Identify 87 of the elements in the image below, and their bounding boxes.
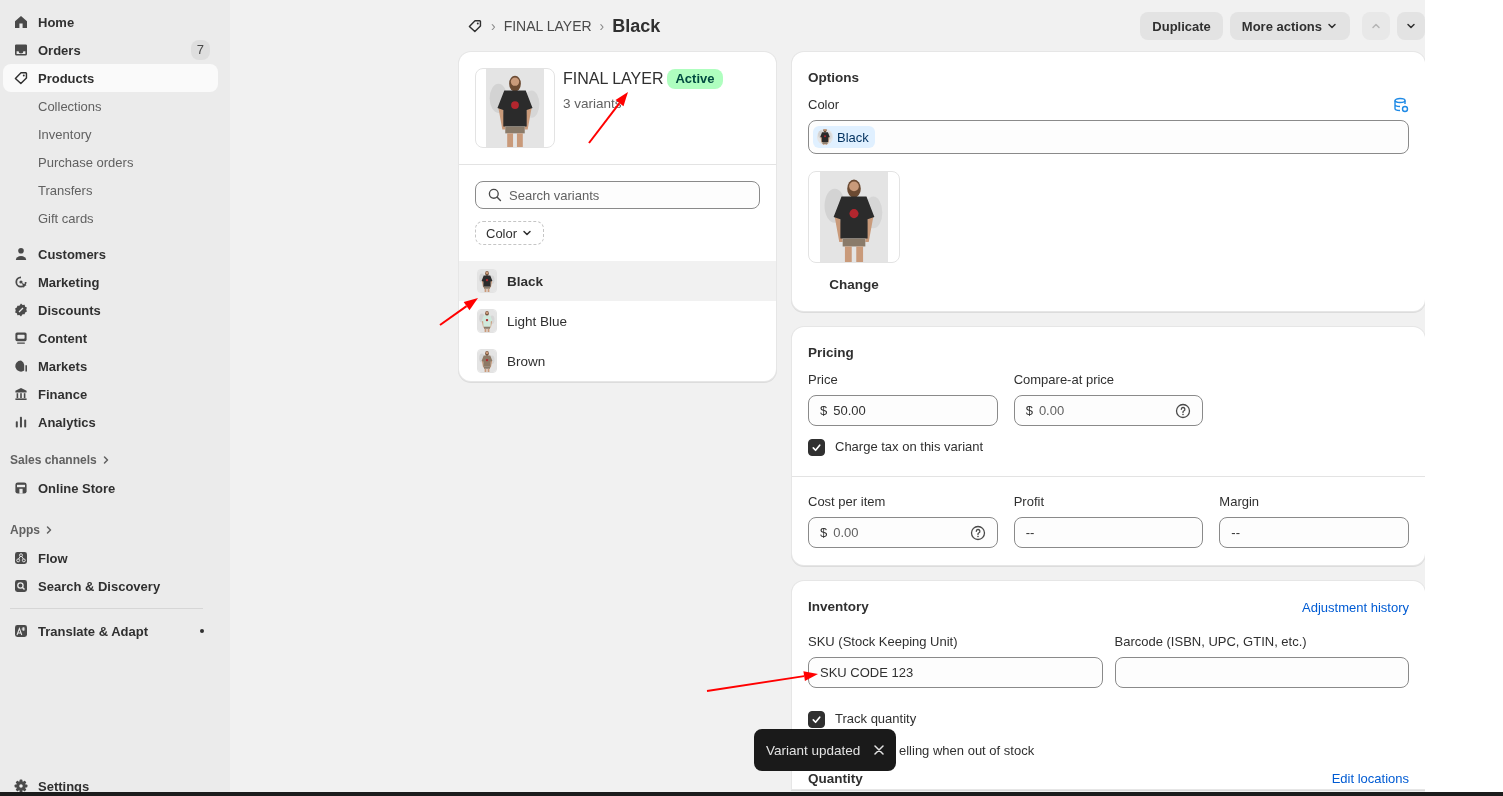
search-icon [487, 187, 503, 203]
nodes-icon [13, 550, 29, 566]
edit-locations-link[interactable]: Edit locations [1331, 770, 1409, 788]
input-field[interactable]: $ 50.00 [808, 395, 998, 426]
section-title: Quantity [808, 770, 863, 788]
close-icon[interactable] [874, 745, 885, 755]
nav-item[interactable]: Marketing [3, 268, 218, 296]
nav-item[interactable]: Customers [3, 240, 218, 268]
nav-item[interactable]: Transfers [3, 176, 218, 204]
nav-item[interactable]: Gift cards [3, 204, 218, 232]
input-field[interactable]: $ 0.00 [1013, 395, 1204, 426]
option-values-field[interactable]: Black [808, 120, 1409, 154]
variant-item[interactable]: Brown [459, 341, 776, 381]
card-title: Options [808, 69, 860, 87]
change-image-button[interactable]: Change [808, 277, 900, 293]
input-field[interactable]: SKU CODE 123 [808, 657, 1103, 688]
breadcrumb-separator: › [491, 18, 496, 34]
database-icon[interactable] [1393, 97, 1409, 113]
nav-item[interactable]: Translate & Adapt [3, 617, 218, 645]
nav-item[interactable]: Orders 7 [3, 36, 218, 64]
field-label: Color [808, 96, 840, 114]
tag-icon [13, 70, 29, 86]
adjustment-history-link[interactable]: Adjustment history [1302, 599, 1409, 615]
search-field[interactable]: Search variants [475, 181, 760, 209]
checkbox-label: Charge tax on this variant [835, 438, 984, 456]
checkbox-label: elling when out of stock [899, 743, 1035, 758]
nav-item[interactable]: Finance [3, 380, 218, 408]
target-icon [13, 274, 29, 290]
breadcrumb-link[interactable]: FINAL LAYER [503, 18, 592, 34]
nav-item[interactable]: Search & Discovery [3, 572, 218, 600]
nav-item[interactable]: Collections [3, 92, 218, 120]
nav-item[interactable]: Analytics [3, 408, 218, 436]
page-title: Black [612, 15, 661, 37]
section-heading[interactable]: Sales channels [3, 448, 112, 472]
count-badge: 7 [190, 40, 210, 60]
input-field[interactable]: -- [1013, 517, 1204, 548]
card-title: Pricing [808, 344, 855, 362]
nav-item[interactable]: Discounts [3, 296, 218, 324]
bar-chart-icon [13, 414, 29, 430]
storefront-icon [13, 480, 29, 496]
bank-icon [13, 386, 29, 402]
variant-item[interactable]: Black [459, 261, 776, 301]
checkbox[interactable] [808, 438, 825, 456]
field-label: Profit [1013, 493, 1045, 511]
home-icon [13, 14, 29, 30]
breadcrumb-separator: › [599, 18, 605, 34]
checkbox[interactable] [808, 710, 825, 728]
discount-icon [13, 302, 29, 318]
more-actions-button[interactable]: More actions [1229, 12, 1350, 40]
nav-item[interactable]: Purchase orders [3, 148, 218, 176]
input-field[interactable]: -- [1219, 517, 1409, 548]
input-field[interactable]: $ 0.00 [808, 517, 998, 548]
annotation-arrow [439, 298, 478, 326]
help-icon[interactable] [1175, 402, 1192, 419]
duplicate-button[interactable]: Duplicate [1140, 12, 1223, 40]
monitor-icon [13, 330, 29, 346]
inbox-icon [13, 42, 29, 58]
tag-icon[interactable] [467, 18, 483, 34]
nav-item[interactable]: Online Store [3, 474, 218, 502]
field-label: SKU (Stock Keeping Unit) [808, 633, 959, 651]
filter-button[interactable]: Color [475, 221, 545, 245]
value-tag: Black [813, 126, 875, 148]
variant-item[interactable]: Light Blue [459, 301, 776, 341]
input-field[interactable] [1114, 657, 1409, 688]
field-label: Cost per item [808, 493, 887, 511]
search-icon [13, 578, 29, 594]
nav-item[interactable]: Inventory [3, 120, 218, 148]
field-label: Barcode (ISBN, UPC, GTIN, etc.) [1114, 633, 1308, 651]
nav-item[interactable]: Products [3, 64, 218, 92]
nav-item[interactable]: Home [3, 8, 218, 36]
status-badge: Active [667, 69, 723, 89]
checkbox-label: Track quantity [835, 710, 917, 728]
check-icon [811, 441, 822, 453]
product-title: FINAL LAYER [563, 69, 664, 89]
nav-item[interactable]: Content [3, 324, 218, 352]
nav-item[interactable]: Markets [3, 352, 218, 380]
field-label: Margin [1219, 493, 1261, 511]
section-heading[interactable]: Apps [3, 518, 55, 542]
sparkle-icon [13, 623, 29, 639]
card-title: Inventory [808, 598, 869, 616]
help-icon[interactable] [969, 524, 986, 541]
field-label: Price [808, 371, 839, 389]
person-icon [13, 246, 29, 262]
field-label: Compare-at price [1013, 371, 1116, 389]
toast-message: Variant updated [766, 742, 861, 758]
nav-item[interactable]: Flow [3, 544, 218, 572]
check-icon [811, 713, 822, 725]
